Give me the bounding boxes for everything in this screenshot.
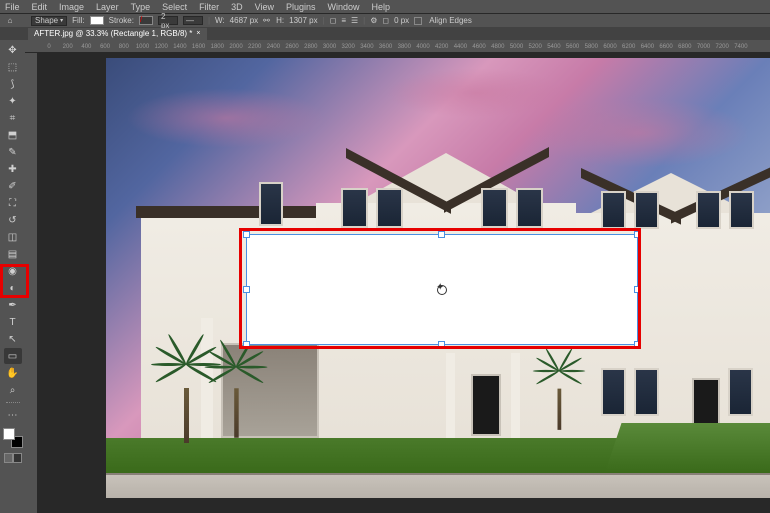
menu-select[interactable]: Select: [162, 2, 187, 12]
menu-edit[interactable]: Edit: [32, 2, 48, 12]
link-wh-icon[interactable]: ⚯: [263, 16, 271, 25]
width-value[interactable]: 4687 px: [230, 16, 258, 25]
options-bar: ⌂ Shape Fill: Stroke: / 2 px — | W: 4687…: [0, 14, 770, 27]
quick-mask-toggle[interactable]: [4, 453, 22, 463]
tools-panel: ✥⬚⟆✦⌗⬒✎✚✐⛶↺◫▤◉◐✒T↖▭✋⌕ ⋯: [0, 40, 25, 513]
eraser-tool[interactable]: ◫: [4, 229, 22, 245]
transform-handle-br[interactable]: [634, 341, 641, 348]
vertical-ruler: [25, 53, 38, 513]
type-tool[interactable]: T: [4, 314, 22, 330]
stamp-tool[interactable]: ⛶: [4, 195, 22, 211]
menu-layer[interactable]: Layer: [96, 2, 119, 12]
edit-toolbar-icon[interactable]: ⋯: [4, 407, 22, 423]
corner-radius-icon: ◻: [382, 16, 389, 25]
brush-tool[interactable]: ✐: [4, 178, 22, 194]
foreground-color-swatch[interactable]: [3, 428, 15, 440]
rectangle-tool[interactable]: ▭: [4, 348, 22, 364]
document-canvas[interactable]: [106, 58, 770, 498]
stroke-swatch[interactable]: /: [139, 16, 153, 25]
transform-handle-tm[interactable]: [438, 231, 445, 238]
close-icon[interactable]: ×: [196, 30, 200, 37]
align-edges-label: Align Edges: [429, 16, 472, 25]
menu-file[interactable]: File: [5, 2, 20, 12]
transform-handle-tr[interactable]: [634, 231, 641, 238]
eyedropper-tool[interactable]: ✎: [4, 144, 22, 160]
height-label: H:: [276, 16, 284, 25]
transform-handle-bl[interactable]: [243, 341, 250, 348]
menu-view[interactable]: View: [255, 2, 274, 12]
menu-type[interactable]: Type: [131, 2, 151, 12]
fill-swatch[interactable]: [90, 16, 104, 25]
history-brush-tool[interactable]: ↺: [4, 212, 22, 228]
path-align-icon[interactable]: ≡: [341, 16, 346, 25]
path-tool[interactable]: ↖: [4, 331, 22, 347]
path-ops-icon[interactable]: ◻: [330, 16, 337, 25]
dodge-tool[interactable]: ◐: [4, 280, 22, 296]
menu-help[interactable]: Help: [372, 2, 391, 12]
path-arrange-icon[interactable]: ☰: [351, 16, 358, 25]
fill-label: Fill:: [72, 16, 84, 25]
gradient-tool[interactable]: ▤: [4, 246, 22, 262]
pen-tool[interactable]: ✒: [4, 297, 22, 313]
application-menubar: File Edit Image Layer Type Select Filter 3D View…: [0, 0, 770, 14]
menu-3d[interactable]: 3D: [231, 2, 243, 12]
stroke-width-field[interactable]: 2 px: [158, 16, 178, 25]
menu-window[interactable]: Window: [328, 2, 360, 12]
frame-tool[interactable]: ⬒: [4, 127, 22, 143]
shape-mode-dropdown[interactable]: Shape: [31, 16, 67, 26]
tab-title: AFTER.jpg @ 33.3% (Rectangle 1, RGB/8) *: [34, 29, 192, 38]
marquee-tool[interactable]: ⬚: [4, 59, 22, 75]
rectangle-shape-layer[interactable]: [247, 235, 637, 344]
document-tab[interactable]: AFTER.jpg @ 33.3% (Rectangle 1, RGB/8) *…: [28, 28, 207, 40]
height-value[interactable]: 1307 px: [289, 16, 317, 25]
lasso-tool[interactable]: ⟆: [4, 76, 22, 92]
stroke-type-dropdown[interactable]: —: [183, 16, 203, 25]
transform-handle-mr[interactable]: [634, 286, 641, 293]
hand-tool[interactable]: ✋: [4, 365, 22, 381]
crop-tool[interactable]: ⌗: [4, 110, 22, 126]
transform-handle-tl[interactable]: [243, 231, 250, 238]
corner-radius-value[interactable]: 0 px: [394, 16, 409, 25]
menu-image[interactable]: Image: [59, 2, 84, 12]
canvas-area: [38, 53, 770, 513]
transform-handle-ml[interactable]: [243, 286, 250, 293]
transform-center-icon[interactable]: [436, 284, 448, 296]
move-tool[interactable]: ✥: [4, 42, 22, 58]
stroke-label: Stroke:: [109, 16, 134, 25]
wand-tool[interactable]: ✦: [4, 93, 22, 109]
menu-filter[interactable]: Filter: [199, 2, 219, 12]
heal-tool[interactable]: ✚: [4, 161, 22, 177]
transform-handle-bm[interactable]: [438, 341, 445, 348]
color-swatches[interactable]: [3, 428, 23, 448]
document-tab-bar: AFTER.jpg @ 33.3% (Rectangle 1, RGB/8) *…: [0, 27, 770, 40]
width-label: W:: [215, 16, 225, 25]
horizontal-ruler: 0200400600800100012001400160018002000220…: [25, 40, 770, 53]
home-icon[interactable]: ⌂: [5, 16, 15, 26]
blur-tool[interactable]: ◉: [4, 263, 22, 279]
menu-plugins[interactable]: Plugins: [286, 2, 316, 12]
shape-settings-icon[interactable]: ⚙: [370, 16, 377, 25]
zoom-tool[interactable]: ⌕: [4, 382, 22, 398]
align-edges-checkbox[interactable]: [414, 17, 422, 25]
